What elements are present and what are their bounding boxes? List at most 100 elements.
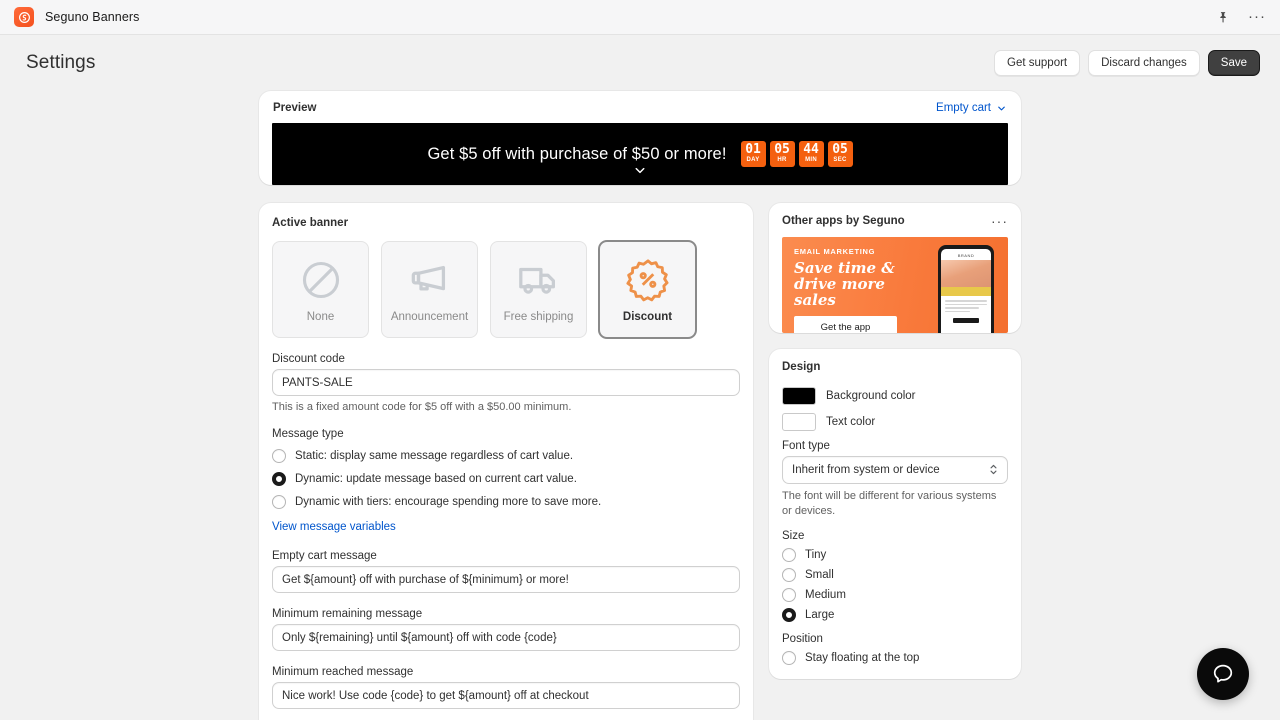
size-large-label: Large [805,609,835,621]
banner-type-options: None Announcement Free shipping Discount [272,241,740,338]
radio-size-small[interactable] [782,568,796,582]
radio-dynamic[interactable] [272,472,286,486]
timer-minute-value: 44 [803,142,819,157]
radio-static[interactable] [272,449,286,463]
cart-state-label: Empty cart [936,102,991,114]
size-label: Size [782,530,805,542]
message-type-dynamic-tiers-label: Dynamic with tiers: encourage spending m… [295,496,602,508]
banner-option-announcement[interactable]: Announcement [381,241,478,338]
cart-state-selector[interactable]: Empty cart [936,102,1007,114]
message-type-dynamic-label: Dynamic: update message based on current… [295,473,577,485]
text-color-label: Text color [826,416,876,428]
help-beacon-button[interactable] [1197,648,1249,700]
timer-unit-day: 01 DAY [740,141,766,167]
content-area: Active banner None Announcement Free shi… [0,203,1280,720]
promo-banner[interactable]: EMAIL MARKETING Save time & drive more s… [782,237,1008,333]
size-small-label: Small [805,569,834,581]
radio-position-floating-top[interactable] [782,651,796,665]
promo-headline-line2: drive more sales [794,275,885,309]
size-option-large[interactable]: Large [782,608,1008,622]
banner-option-announcement-label: Announcement [390,310,469,323]
banner-preview: Get $5 off with purchase of $50 or more!… [272,123,1008,185]
size-medium-label: Medium [805,589,846,601]
view-message-variables-link[interactable]: View message variables [272,521,396,533]
no-entry-icon [299,257,343,303]
active-banner-card: Active banner None Announcement Free shi… [259,203,753,720]
other-apps-ellipsis-icon[interactable]: ··· [991,214,1008,228]
ellipsis-icon[interactable]: ··· [1248,8,1266,26]
background-color-label: Background color [826,390,916,402]
font-type-select[interactable]: Inherit from system or device [782,456,1008,484]
get-the-app-button[interactable]: Get the app [794,316,897,333]
countdown-timer: 01 DAY 05 HR 44 MIN 05 SEC [740,141,853,167]
size-option-tiny[interactable]: Tiny [782,548,1008,562]
truck-icon [516,257,562,303]
background-color-swatch[interactable] [782,387,816,405]
text-color-row[interactable]: Text color [782,413,1008,431]
phone-mockup: BRAND [938,245,994,333]
discount-badge-icon [625,257,671,303]
preview-label: Preview [273,102,317,114]
banner-expand-chevron-down-icon[interactable] [633,163,648,183]
minimum-reached-message-label: Minimum reached message [272,666,414,678]
radio-size-large[interactable] [782,608,796,622]
pin-icon[interactable] [1213,8,1231,26]
text-color-swatch[interactable] [782,413,816,431]
banner-option-none-label: None [306,310,335,323]
seguno-logo-icon [14,7,34,27]
position-option-floating-top[interactable]: Stay floating at the top [782,651,1008,665]
banner-option-free-shipping[interactable]: Free shipping [490,241,587,338]
discard-changes-button[interactable]: Discard changes [1088,50,1200,76]
empty-cart-message-input[interactable] [272,566,740,593]
discount-code-input[interactable] [272,369,740,396]
message-type-option-static[interactable]: Static: display same message regardless … [272,449,740,463]
app-name: Seguno Banners [45,10,140,24]
size-option-medium[interactable]: Medium [782,588,1008,602]
other-apps-title: Other apps by Seguno [782,215,905,227]
message-type-static-label: Static: display same message regardless … [295,450,574,462]
empty-cart-message-label: Empty cart message [272,550,377,562]
page-title: Settings [26,52,96,73]
timer-hour-label: HR [777,157,787,163]
message-type-option-dynamic[interactable]: Dynamic: update message based on current… [272,472,740,486]
megaphone-icon [407,257,453,303]
radio-size-tiny[interactable] [782,548,796,562]
message-type-label: Message type [272,428,344,440]
position-label: Position [782,633,823,645]
phone-brand-label: BRAND [957,253,975,258]
timer-day-value: 01 [745,142,761,157]
app-bar: Seguno Banners ··· [0,0,1280,35]
design-card: Design Background color Text color Font … [769,349,1021,679]
timer-hour-value: 05 [774,142,790,157]
get-support-button[interactable]: Get support [994,50,1081,76]
banner-option-none[interactable]: None [272,241,369,338]
message-type-option-dynamic-tiers[interactable]: Dynamic with tiers: encourage spending m… [272,495,740,509]
banner-option-discount[interactable]: Discount [599,241,696,338]
size-tiny-label: Tiny [805,549,827,561]
timer-unit-second: 05 SEC [827,141,853,167]
radio-size-medium[interactable] [782,588,796,602]
radio-dynamic-tiers[interactable] [272,495,286,509]
background-color-row[interactable]: Background color [782,387,1008,405]
timer-unit-minute: 44 MIN [798,141,824,167]
timer-second-label: SEC [833,157,847,163]
main-column: Active banner None Announcement Free shi… [259,203,753,720]
banner-option-discount-label: Discount [622,310,673,323]
minimum-remaining-message-label: Minimum remaining message [272,608,423,620]
timer-second-value: 05 [832,142,848,157]
phone-body-lines [941,296,991,314]
page-header: Settings Get support Discard changes Sav… [0,35,1280,91]
minimum-remaining-message-input[interactable] [272,624,740,651]
font-type-value: Inherit from system or device [792,464,940,476]
banner-message: Get $5 off with purchase of $50 or more! [427,144,727,163]
size-option-small[interactable]: Small [782,568,1008,582]
timer-day-label: DAY [746,157,760,163]
preview-card: Preview Empty cart Get $5 off with purch… [259,91,1021,185]
minimum-reached-message-input[interactable] [272,682,740,709]
chat-bubble-icon [1213,664,1233,683]
promo-kicker: EMAIL MARKETING [794,247,876,256]
save-button[interactable]: Save [1207,50,1260,76]
header-actions: Get support Discard changes Save [994,50,1260,76]
phone-hero-photo [941,260,991,296]
font-type-helper: The font will be different for various s… [782,490,997,517]
